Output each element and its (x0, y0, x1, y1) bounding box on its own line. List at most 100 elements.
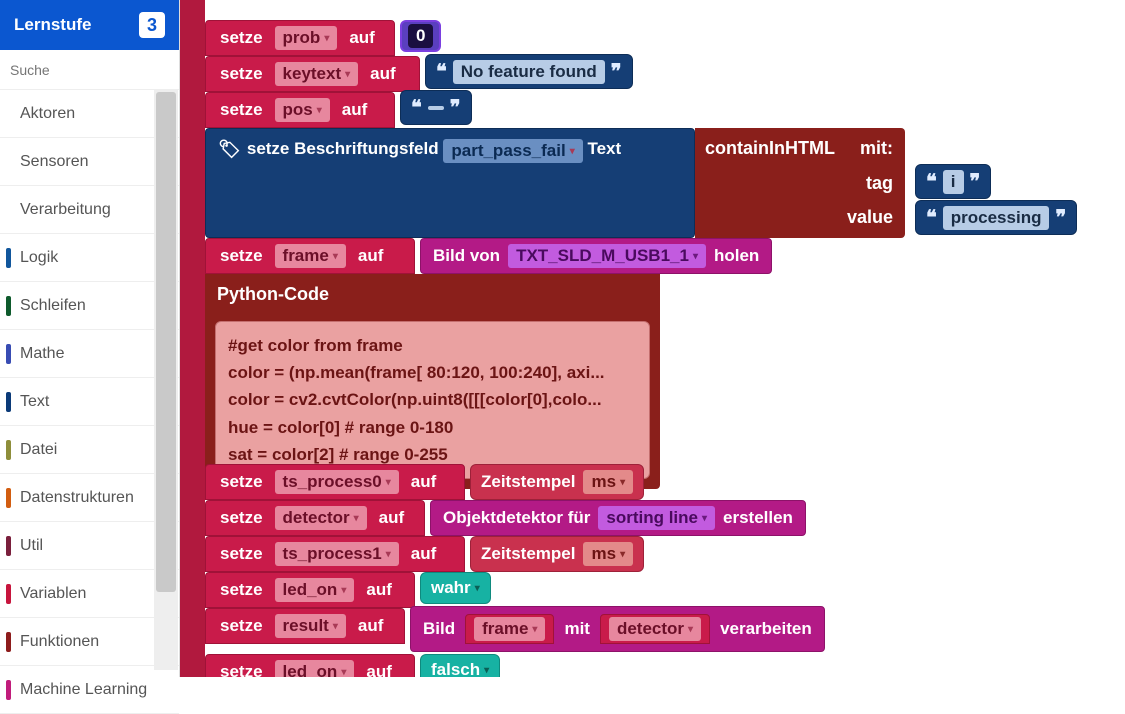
block-set-detector[interactable]: setze detector▾ auf (205, 500, 425, 536)
quote-open-icon: ❝ (436, 59, 447, 84)
var-keytext-dropdown[interactable]: keytext▾ (275, 62, 359, 86)
blocks-canvas[interactable]: setze prob▾ auf 0 setze keytext▾ auf ❝ N… (205, 0, 1125, 677)
quote-close-icon: ❞ (1055, 205, 1066, 230)
block-set-pos[interactable]: setze pos▾ auf (205, 92, 395, 128)
sidebar-scrollbar[interactable] (154, 90, 178, 670)
kw-erstellen: erstellen (723, 508, 793, 528)
cat-label: Variablen (20, 585, 86, 603)
chevron-down-icon: ▾ (345, 69, 350, 80)
block-timestamp[interactable]: Zeitstempel ms▾ (470, 536, 644, 572)
kw-setze-beschriftungsfeld: setze Beschriftungsfeld (247, 139, 439, 159)
cat-verarbeitung[interactable]: Verarbeitung ▴ (0, 186, 179, 234)
camera-dropdown[interactable]: TXT_SLD_M_USB1_1▾ (508, 244, 706, 268)
kw-bild-von: Bild von (433, 246, 500, 266)
text-literal-value[interactable]: ❝ processing ❞ (915, 200, 1077, 235)
kw-mit: mit (564, 619, 590, 639)
cat-datenstrukturen[interactable]: Datenstrukturen (0, 474, 179, 522)
var-led-dropdown[interactable]: led_on▾ (275, 660, 355, 677)
chevron-down-icon: ▾ (484, 665, 489, 676)
block-set-labelfield[interactable]: 🏷 setze Beschriftungsfeld part_pass_fail… (205, 128, 695, 238)
var-frame-dropdown[interactable]: frame▾ (474, 617, 545, 641)
scrollbar-thumb[interactable] (156, 92, 176, 592)
block-create-detector[interactable]: Objektdetektor für sorting line▾ erstell… (430, 500, 806, 536)
cat-label: Datei (20, 441, 57, 459)
var-led-dropdown[interactable]: led_on▾ (275, 578, 355, 602)
block-bool-true[interactable]: wahr ▾ (420, 572, 491, 604)
kw-mit: mit: (860, 138, 893, 159)
cat-util[interactable]: Util (0, 522, 179, 570)
chevron-down-icon: ▾ (475, 583, 480, 594)
search-row: 🔍 (0, 50, 179, 90)
block-set-result[interactable]: setze result▾ auf (205, 608, 405, 644)
block-bool-false[interactable]: falsch ▾ (420, 654, 500, 677)
unit-dropdown[interactable]: ms▾ (583, 542, 633, 566)
chevron-down-icon: ▾ (386, 477, 391, 488)
bool-value: falsch (431, 660, 480, 677)
cat-label: Machine Learning (20, 681, 147, 699)
cat-text[interactable]: Text (0, 378, 179, 426)
block-set-prob[interactable]: setze prob▾ auf (205, 20, 395, 56)
text-value[interactable]: processing (943, 206, 1050, 230)
cat-logik[interactable]: Logik (0, 234, 179, 282)
var-prob-dropdown[interactable]: prob▾ (275, 26, 338, 50)
block-process-image[interactable]: Bild frame▾ mit detector▾ verarbeiten (410, 606, 825, 652)
text-literal-block[interactable]: ❝ No feature found ❞ (425, 54, 633, 89)
var-ts1-dropdown[interactable]: ts_process1▾ (275, 542, 399, 566)
inline-detector-ref[interactable]: detector▾ (600, 614, 710, 644)
cat-label: Datenstrukturen (20, 489, 134, 507)
block-get-image[interactable]: Bild von TXT_SLD_M_USB1_1▾ holen (420, 238, 772, 274)
python-line: color = cv2.cvtColor(np.uint8([[[color[0… (228, 386, 637, 413)
block-set-ts0[interactable]: setze ts_process0▾ auf (205, 464, 465, 500)
block-set-keytext[interactable]: setze keytext▾ auf (205, 56, 420, 92)
cat-mathe[interactable]: Mathe (0, 330, 179, 378)
block-set-frame[interactable]: setze frame▾ auf (205, 238, 415, 274)
workspace[interactable]: setze prob▾ auf 0 setze keytext▾ auf ❝ N… (180, 0, 1125, 677)
cat-variablen[interactable]: Variablen (0, 570, 179, 618)
kw-zeitstempel: Zeitstempel (481, 544, 575, 564)
model-dropdown[interactable]: sorting line▾ (598, 506, 715, 530)
cat-aktoren[interactable]: Aktoren ▾ (0, 90, 179, 138)
var-frame-dropdown[interactable]: frame▾ (275, 244, 346, 268)
text-value[interactable]: No feature found (453, 60, 605, 84)
block-contain-html[interactable]: containInHTML mit: tag value (695, 128, 905, 238)
kw-bild: Bild (423, 619, 455, 639)
search-input[interactable] (10, 62, 191, 78)
sidebar-header[interactable]: Lernstufe 3 (0, 0, 179, 50)
number-literal-block[interactable]: 0 (400, 20, 441, 52)
kw-zeitstempel: Zeitstempel (481, 472, 575, 492)
quote-close-icon: ❞ (970, 169, 981, 194)
var-detector-dropdown[interactable]: detector▾ (609, 617, 701, 641)
python-body[interactable]: #get color from frame color = (np.mean(f… (215, 321, 650, 479)
block-set-ts1[interactable]: setze ts_process1▾ auf (205, 536, 465, 572)
cat-label: Logik (20, 249, 58, 267)
cat-sensoren[interactable]: Sensoren ▾ (0, 138, 179, 186)
sidebar: Lernstufe 3 🔍 Aktoren ▾ Sensoren ▾ Verar… (0, 0, 180, 677)
chevron-down-icon: ▾ (570, 146, 575, 157)
bool-value: wahr (431, 578, 471, 598)
level-badge[interactable]: 3 (139, 12, 165, 38)
var-result-dropdown[interactable]: result▾ (275, 614, 346, 638)
chevron-down-icon: ▾ (317, 105, 322, 116)
quote-open-icon: ❝ (926, 205, 937, 230)
number-value[interactable]: 0 (408, 24, 433, 48)
text-value[interactable]: i (943, 170, 964, 194)
text-value[interactable] (428, 106, 444, 110)
var-pos-dropdown[interactable]: pos▾ (275, 98, 330, 122)
kw-tag: tag (866, 173, 893, 194)
cat-schleifen[interactable]: Schleifen (0, 282, 179, 330)
text-literal-tag[interactable]: ❝ i ❞ (915, 164, 991, 199)
block-set-led-on[interactable]: setze led_on▾ auf (205, 572, 415, 608)
inline-frame-ref[interactable]: frame▾ (465, 614, 554, 644)
cat-funktionen[interactable]: Funktionen (0, 618, 179, 666)
text-literal-block[interactable]: ❝ ❞ (400, 90, 472, 125)
block-set-led-off[interactable]: setze led_on▾ auf (205, 654, 415, 677)
var-detector-dropdown[interactable]: detector▾ (275, 506, 367, 530)
block-timestamp[interactable]: Zeitstempel ms▾ (470, 464, 644, 500)
kw-holen: holen (714, 246, 759, 266)
cat-machine-learning[interactable]: Machine Learning (0, 666, 179, 714)
labelfield-dropdown[interactable]: part_pass_fail▾ (443, 139, 582, 163)
block-python-code[interactable]: Python-Code #get color from frame color … (205, 274, 660, 489)
var-ts0-dropdown[interactable]: ts_process0▾ (275, 470, 399, 494)
unit-dropdown[interactable]: ms▾ (583, 470, 633, 494)
cat-datei[interactable]: Datei (0, 426, 179, 474)
